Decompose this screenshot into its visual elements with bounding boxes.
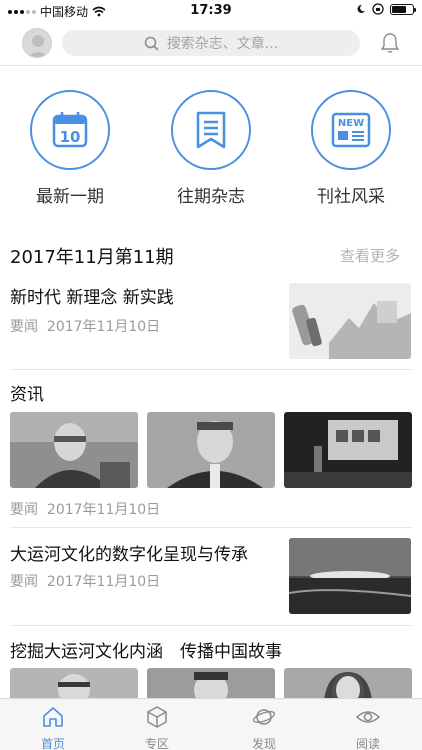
status-bar: 中国移动 17:39 [0,0,422,22]
quick-link-label: 最新一期 [36,187,104,207]
view-more-link[interactable]: 查看更多 [340,245,400,266]
divider [10,527,412,528]
top-header: 搜索杂志、文章... [0,22,422,66]
quick-links: 10 最新一期 往期杂志 NEW 刊社风采 [0,82,422,212]
article-thumbnail [147,412,275,488]
tab-label: 专区 [144,737,169,750]
bell-icon[interactable] [380,32,400,54]
bookmark-icon [196,111,226,149]
article-category: 要闻 [10,574,38,590]
calendar-icon: 10 [52,112,88,148]
article-thumbnail [284,668,412,700]
quick-link-past-issues[interactable]: 往期杂志 [151,90,271,207]
article-meta: 要闻 2017年11月10日 [10,499,160,519]
article-title: 挖掘大运河文化内涵 传播中国故事 [10,642,282,662]
divider [10,369,412,370]
issue-title: 2017年11月第11期 [10,247,174,268]
battery-icon [390,3,416,15]
cube-icon [147,706,167,728]
article-thumbnail [289,538,411,614]
tab-read[interactable]: 阅读 [333,705,403,750]
tab-label: 首页 [40,737,65,750]
article-category: 要闻 [10,319,38,335]
article-title: 大运河文化的数字化呈现与传承 [10,545,248,565]
search-placeholder: 搜索杂志、文章... [166,36,279,52]
article-date: 2017年11月10日 [46,574,161,590]
article-title: 新时代 新理念 新实践 [10,288,174,308]
quick-link-label: 往期杂志 [177,187,245,207]
moon-icon [357,4,365,13]
search-icon [144,36,159,51]
quick-link-latest-issue[interactable]: 10 最新一期 [10,90,130,207]
news-icon: NEW [331,112,371,148]
tab-discover[interactable]: 发现 [229,705,299,750]
article-thumbnail [10,668,138,700]
quick-link-label: 刊社风采 [317,187,385,207]
article-title: 资讯 [10,385,44,405]
article-category: 要闻 [10,502,38,518]
tab-home[interactable]: 首页 [18,705,88,750]
tab-label: 阅读 [355,737,380,750]
planet-icon [252,709,276,725]
quick-link-style[interactable]: NEW 刊社风采 [291,90,411,207]
article-thumbnail [284,412,412,488]
divider [10,625,412,626]
article-thumbnail [289,283,411,359]
search-bar[interactable]: 搜索杂志、文章... [62,30,360,56]
calendar-day: 10 [60,128,81,146]
avatar[interactable] [22,28,52,58]
article-meta: 要闻 2017年11月10日 [10,316,160,336]
home-icon [43,707,63,727]
article-meta: 要闻 2017年11月10日 [10,571,160,591]
user-icon [27,35,49,57]
eye-icon [355,711,381,723]
tab-label: 发现 [251,737,276,750]
tab-zone[interactable]: 专区 [122,705,192,750]
rotation-lock-icon [372,3,384,15]
news-badge: NEW [338,118,364,129]
article-date: 2017年11月10日 [46,319,161,335]
article-thumbnail [147,668,275,700]
tab-bar: 首页 专区 发现 阅读 [0,698,422,750]
article-date: 2017年11月10日 [46,502,161,518]
article-thumbnail [10,412,138,488]
